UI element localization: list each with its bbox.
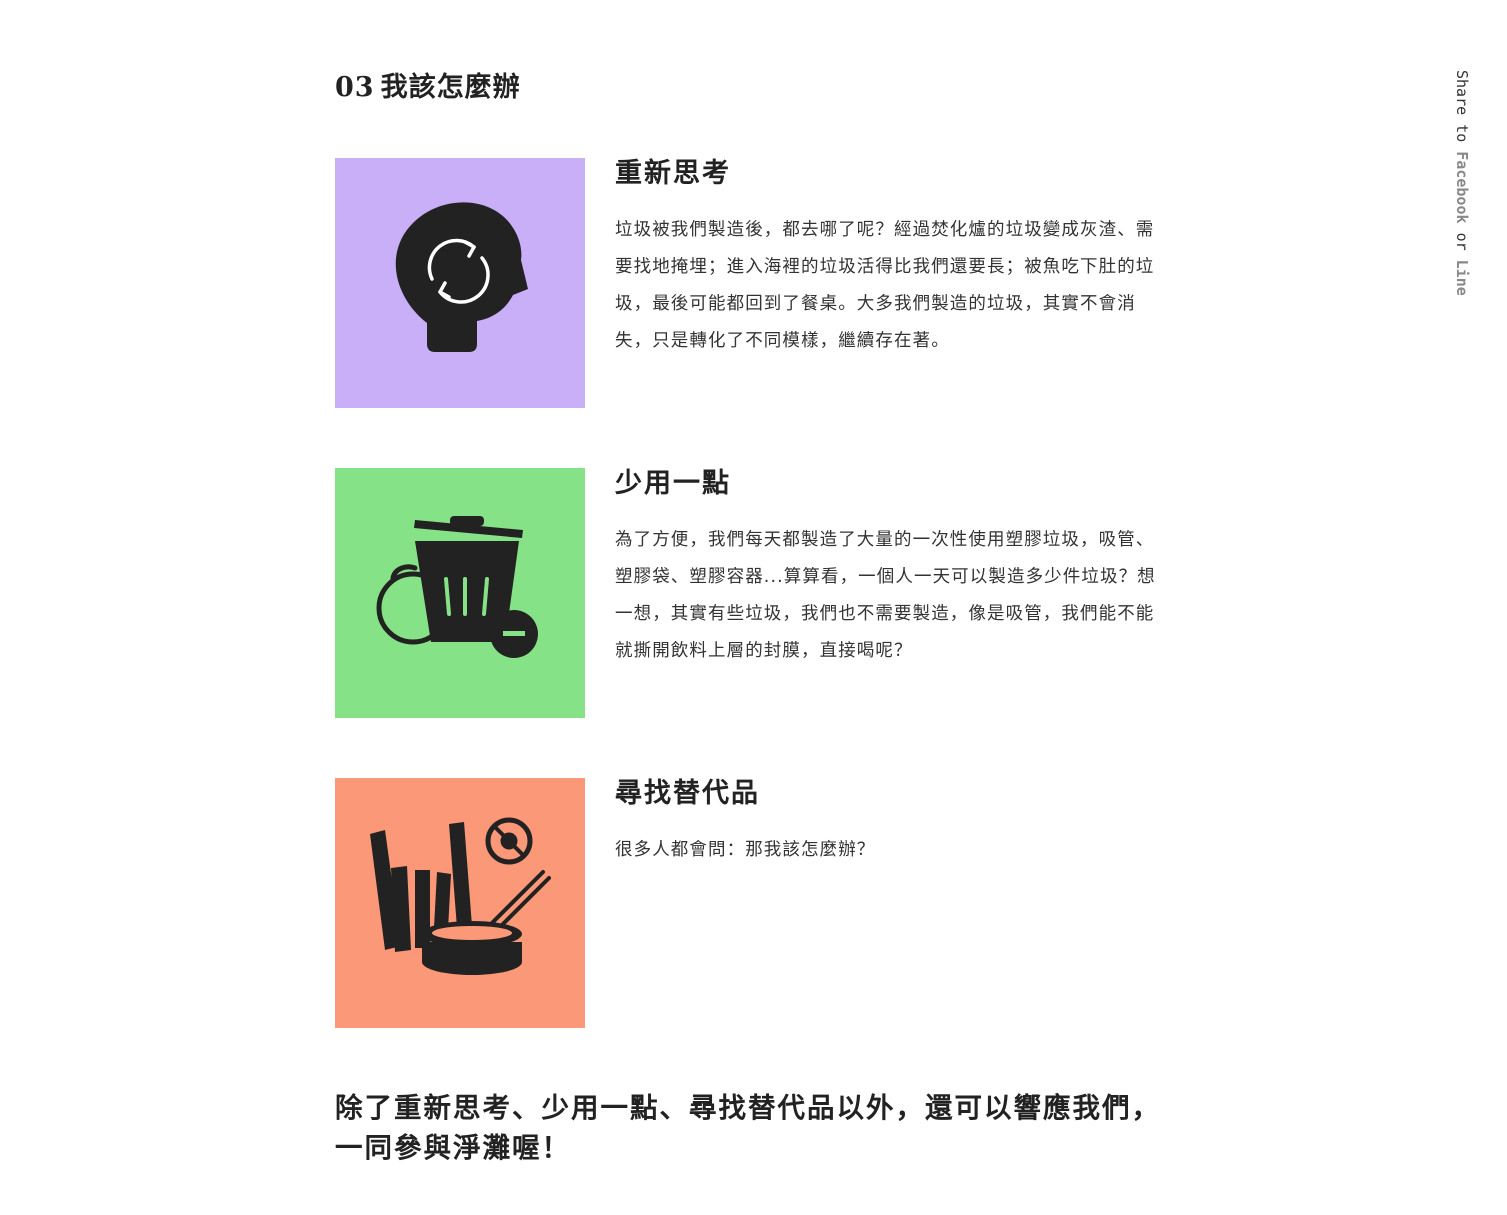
alternatives-body: 很多人都會問：那我該怎麼辦？ <box>615 840 876 860</box>
section-number: 03 <box>335 72 375 103</box>
section-title: 03 我該怎麼辦 <box>335 68 521 108</box>
tip-item-alternatives: 尋找替代品 很多人都會問：那我該怎麼辦？ <box>335 778 1175 1028</box>
alternatives-heading: 尋找替代品 <box>615 778 760 809</box>
rethink-head-icon <box>335 158 585 408</box>
share-facebook-link[interactable]: Facebook <box>1453 151 1471 223</box>
tip-item-rethink: 重新思考 垃圾被我們製造後，都去哪了呢？經過焚化爐的垃圾變成灰渣、需要找地掩埋；… <box>335 158 1175 408</box>
reduce-text: 少用一點 為了方便，我們每天都製造了大量的一次性使用塑膠垃圾，吸管、塑膠袋、塑膠… <box>615 468 1171 670</box>
reduce-heading: 少用一點 <box>615 468 731 499</box>
section-title-text: 我該怎麼辦 <box>380 72 521 103</box>
rethink-body: 垃圾被我們製造後，都去哪了呢？經過焚化爐的垃圾變成灰渣、需要找地掩埋；進入海裡的… <box>615 220 1155 351</box>
closing-statement: 除了重新思考、少用一點、尋找替代品以外，還可以響應我們，一同參與淨灘喔！ <box>335 1092 1161 1164</box>
alternatives-icon-box <box>335 778 585 1028</box>
alternatives-text: 尋找替代品 很多人都會問：那我該怎麼辦？ <box>615 778 1171 869</box>
trash-can-icon <box>335 468 585 718</box>
share-or: or <box>1453 232 1471 251</box>
share-line-link[interactable]: Line <box>1453 260 1471 296</box>
rethink-heading: 重新思考 <box>615 158 731 189</box>
tip-item-reduce: 少用一點 為了方便，我們每天都製造了大量的一次性使用塑膠垃圾，吸管、塑膠袋、塑膠… <box>335 468 1175 718</box>
reduce-body: 為了方便，我們每天都製造了大量的一次性使用塑膠垃圾，吸管、塑膠袋、塑膠容器...… <box>615 530 1156 661</box>
share-prefix: Share to <box>1453 70 1471 143</box>
share-bar: Share to Facebook or Line <box>1453 70 1471 296</box>
rethink-icon-box <box>335 158 585 408</box>
rethink-text: 重新思考 垃圾被我們製造後，都去哪了呢？經過焚化爐的垃圾變成灰渣、需要找地掩埋；… <box>615 158 1171 360</box>
reusable-items-icon <box>335 778 585 1028</box>
reduce-icon-box <box>335 468 585 718</box>
